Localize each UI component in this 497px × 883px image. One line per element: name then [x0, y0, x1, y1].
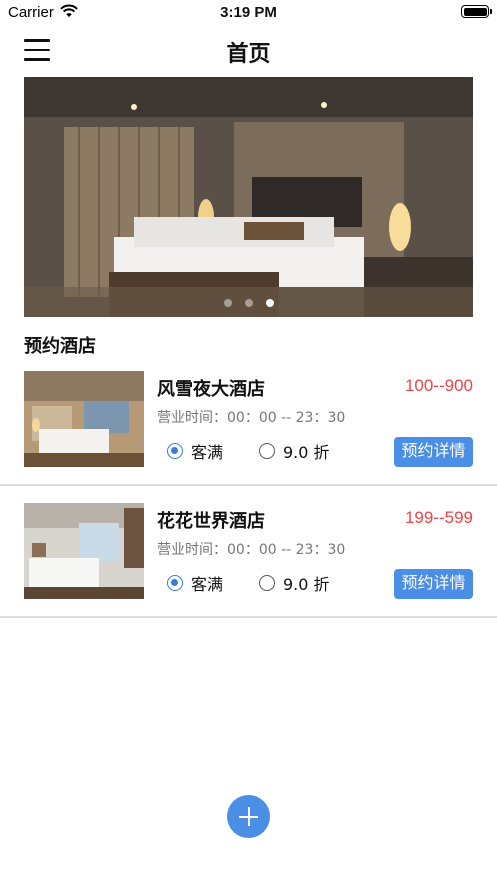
booking-details-button[interactable]: 预约详情: [394, 437, 473, 467]
hotel-hours: 营业时间：00：00 -- 23：30: [157, 542, 346, 558]
add-button[interactable]: [227, 795, 270, 838]
hotel-list-item[interactable]: 风雪夜大酒店 100--900 营业时间：00：00 -- 23：30 客满 9…: [0, 371, 497, 486]
radio-checked-icon[interactable]: [167, 575, 183, 591]
status-bar: Carrier 3:19 PM: [0, 0, 497, 26]
status-time: 3:19 PM: [220, 4, 277, 21]
hotel-name: 花花世界酒店: [157, 511, 265, 532]
discount-option[interactable]: 9.0 折: [259, 571, 330, 595]
hotel-name: 风雪夜大酒店: [157, 379, 265, 400]
radio-unchecked-icon[interactable]: [259, 443, 275, 459]
banner-carousel[interactable]: [24, 77, 473, 317]
full-option[interactable]: 客满: [167, 439, 223, 463]
hotel-list-item[interactable]: 花花世界酒店 199--599 营业时间：00：00 -- 23：30 客满 9…: [0, 503, 497, 618]
discount-option[interactable]: 9.0 折: [259, 439, 330, 463]
radio-unchecked-icon[interactable]: [259, 575, 275, 591]
carousel-dot-active[interactable]: [265, 299, 274, 307]
hotel-price: 100--900: [404, 376, 473, 395]
hotel-hours: 营业时间：00：00 -- 23：30: [157, 410, 346, 426]
carousel-pagination[interactable]: [24, 299, 473, 307]
full-option[interactable]: 客满: [167, 571, 223, 595]
divider: [0, 616, 497, 618]
page-title: 首页: [226, 42, 271, 67]
section-title: 预约酒店: [24, 336, 96, 357]
carousel-dot[interactable]: [244, 299, 253, 307]
nav-bar: 首页: [0, 26, 497, 74]
carousel-dot[interactable]: [223, 299, 232, 307]
divider: [0, 484, 497, 486]
radio-label: 9.0 折: [283, 575, 330, 594]
banner-hotel-room-image: [24, 77, 473, 317]
radio-label: 9.0 折: [283, 443, 330, 462]
hotel-thumbnail: [24, 503, 144, 599]
hotel-thumbnail: [24, 371, 144, 467]
radio-checked-icon[interactable]: [167, 443, 183, 459]
booking-details-button[interactable]: 预约详情: [394, 569, 473, 599]
radio-label: 客满: [191, 443, 224, 462]
hotel-price: 199--599: [404, 508, 473, 527]
battery-icon: [461, 5, 492, 18]
radio-label: 客满: [191, 575, 224, 594]
